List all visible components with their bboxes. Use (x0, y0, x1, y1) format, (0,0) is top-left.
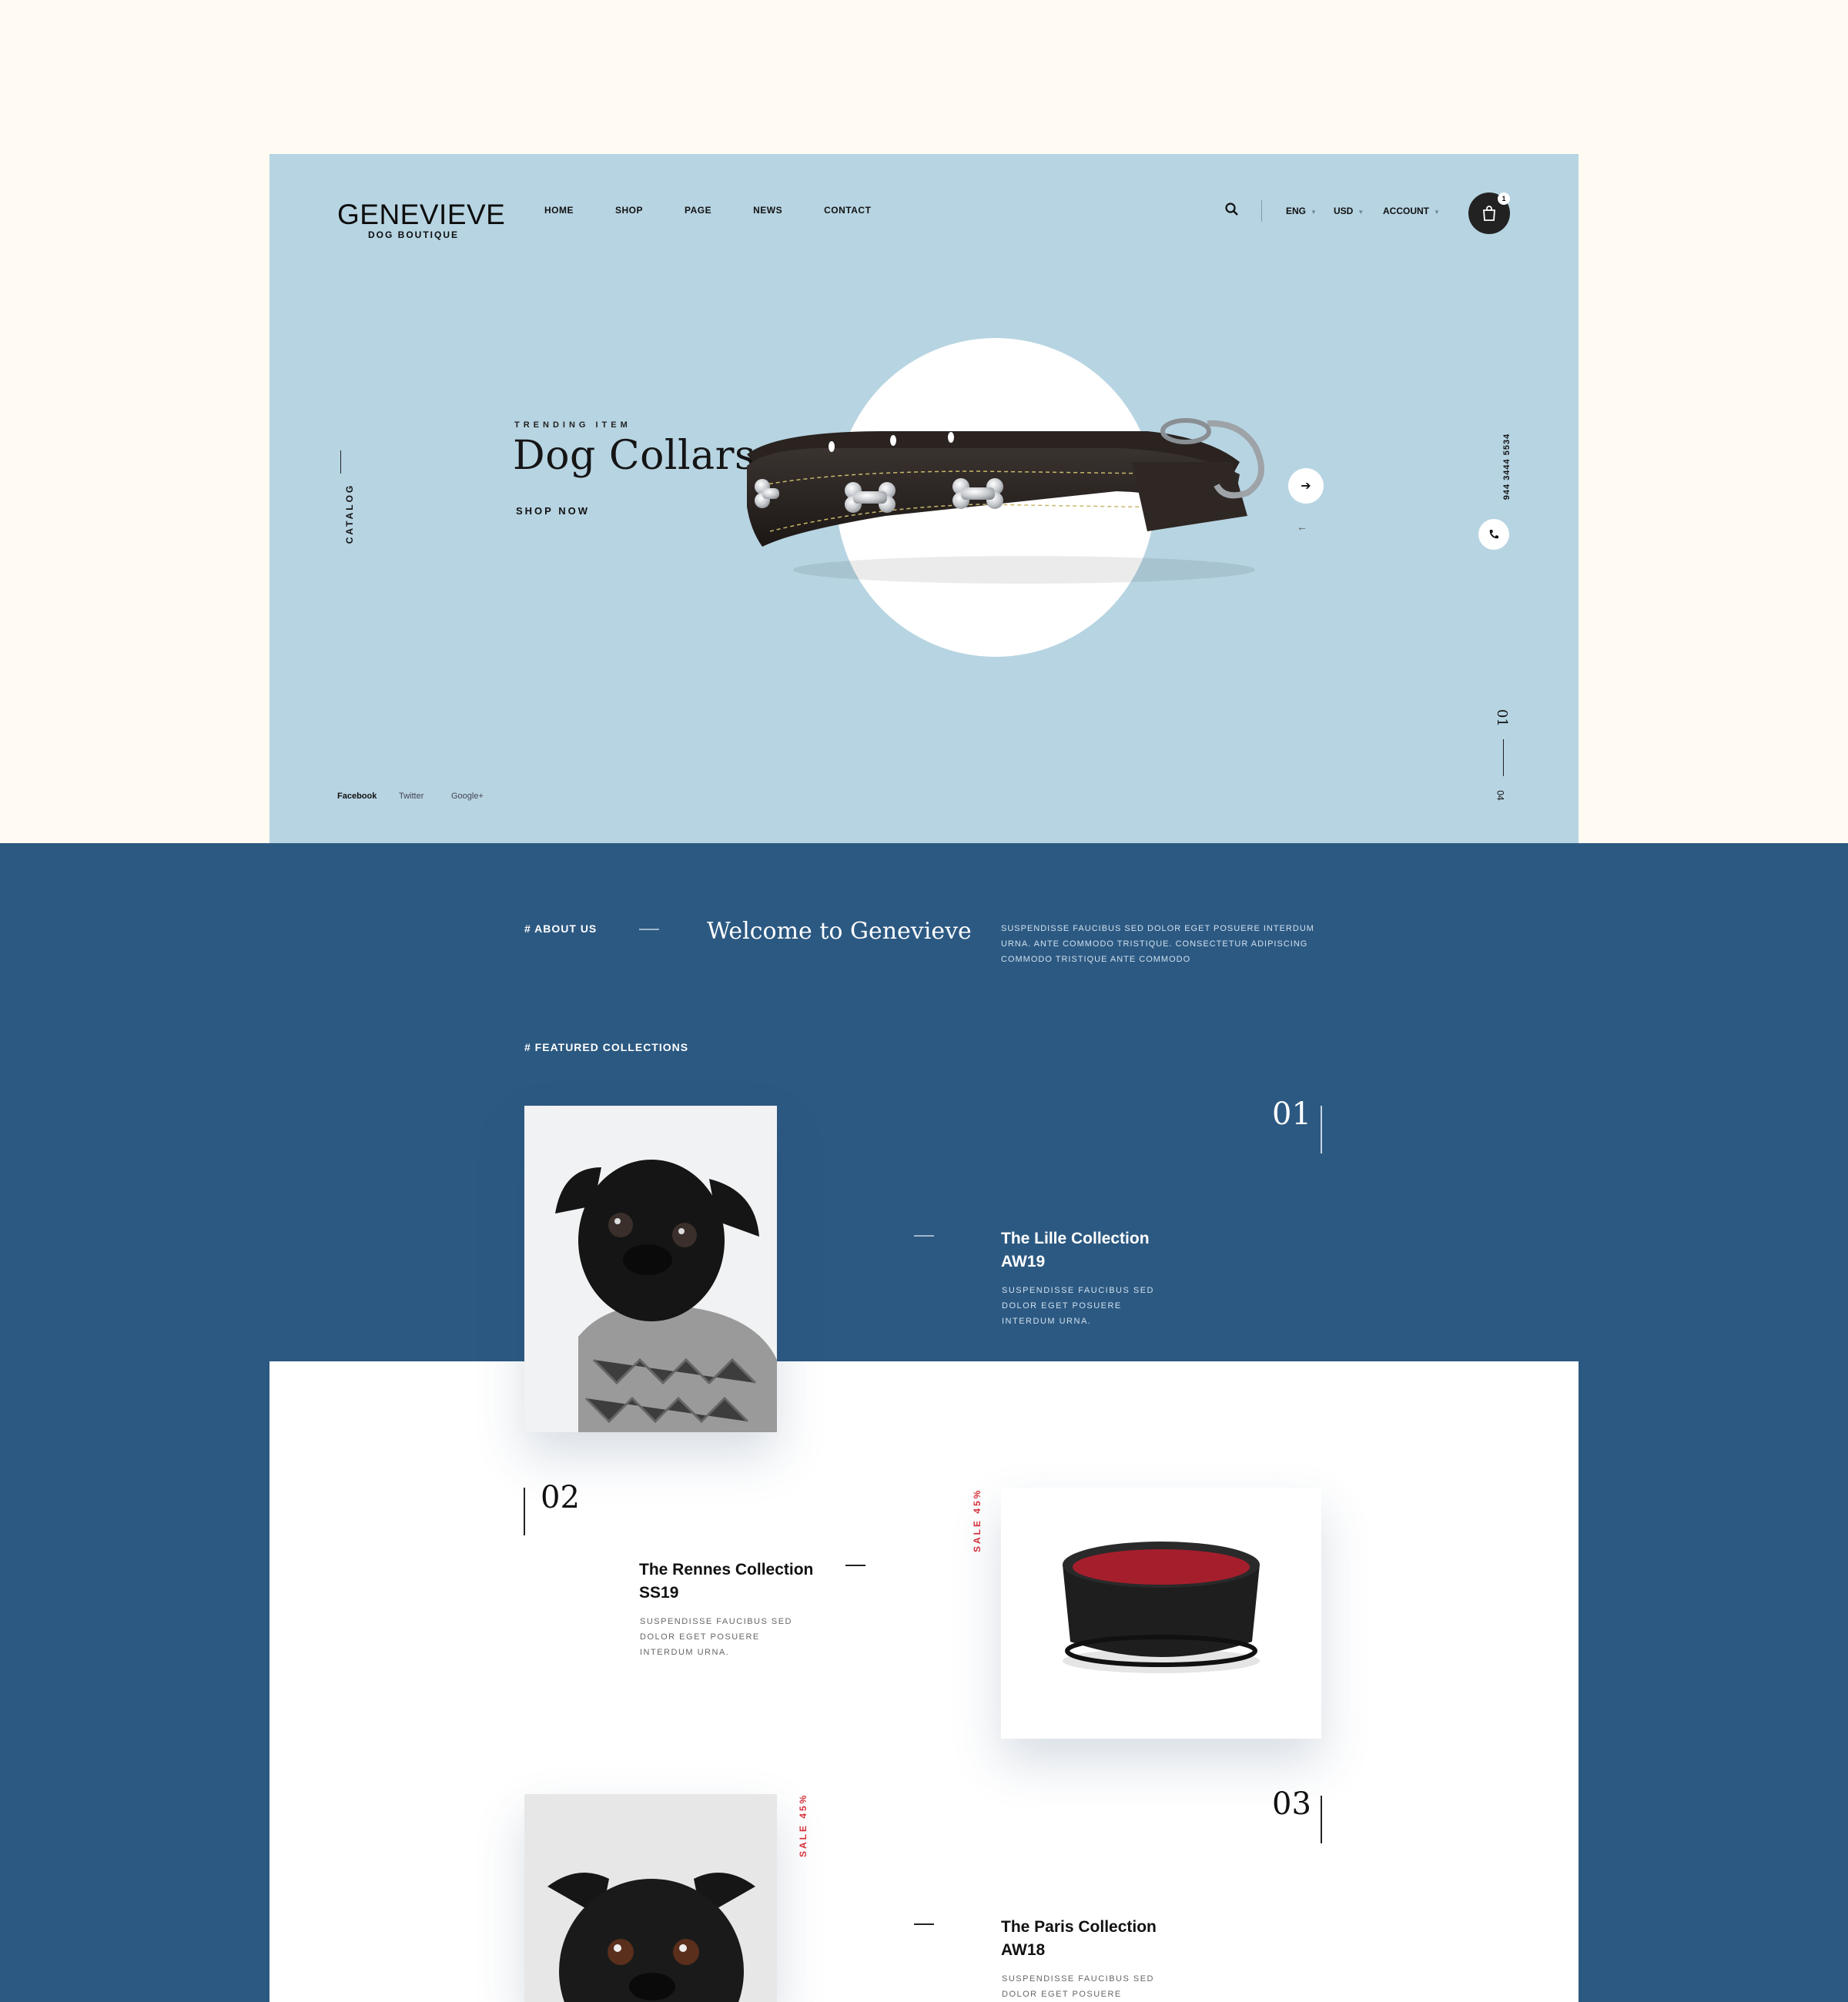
collection-number: 01 (1272, 1096, 1311, 1132)
collection-text: SUSPENDISSE FAUCIBUS SED DOLOR EGET POSU… (1002, 1974, 1154, 1999)
number-line (1321, 1796, 1322, 1843)
nav-shop[interactable]: SHOP (615, 205, 643, 216)
slide-total: 04 (1495, 790, 1506, 801)
arrow-left-icon: ← (1297, 521, 1307, 533)
currency-value: USD (1334, 206, 1354, 216)
header-divider (1261, 200, 1262, 222)
hero-section: GENEVIEVE DOG BOUTIQUE HOME SHOP PAGE NE… (270, 154, 1578, 843)
account-label: ACCOUNT (1383, 206, 1429, 216)
phone-icon (1489, 530, 1498, 539)
nav-contact[interactable]: CONTACT (824, 205, 871, 216)
featured-label: # FEATURED COLLECTIONS (524, 1041, 689, 1053)
collection-title-line1: The Lille Collection (1001, 1230, 1150, 1247)
language-select[interactable]: ENG ▼ (1286, 206, 1317, 216)
collection-title-line1: The Paris Collection (1001, 1918, 1157, 1936)
nav-page[interactable]: PAGE (685, 205, 711, 216)
collection-title-line2: SS19 (639, 1584, 679, 1602)
collection-number: 02 (541, 1480, 580, 1515)
collection-title-line2: AW19 (1001, 1253, 1046, 1270)
nav-news[interactable]: NEWS (753, 205, 782, 216)
collection-text: SUSPENDISSE FAUCIBUS SED DOLOR EGET POSU… (1002, 1286, 1154, 1326)
search-icon[interactable] (1224, 202, 1240, 217)
collection-dash (914, 1923, 934, 1925)
white-panel (270, 1361, 1578, 2002)
dog-bowl-image[interactable] (1001, 1488, 1321, 1739)
collection-title-line2: AW18 (1001, 1941, 1046, 1959)
pug-portrait-image[interactable] (524, 1794, 777, 2002)
collection-dash (845, 1565, 865, 1566)
account-menu[interactable]: ACCOUNT ▼ (1383, 206, 1440, 216)
chevron-down-icon: ▼ (1311, 209, 1317, 216)
collection-title-line1: The Rennes Collection (639, 1561, 814, 1578)
sale-badge: SALE 45% (798, 1793, 808, 1857)
shop-now-button[interactable]: SHOP NOW (516, 505, 590, 517)
about-title: Welcome to Genevieve (707, 918, 972, 945)
cart-button[interactable]: 1 (1468, 192, 1510, 234)
hero-eyebrow: TRENDING ITEM (514, 420, 631, 430)
chevron-down-icon: ▼ (1358, 209, 1364, 216)
phone-button[interactable] (1478, 519, 1509, 550)
hero-title: Dog Collars (513, 433, 756, 479)
shopping-bag-icon (1483, 206, 1495, 221)
phone-number[interactable]: 944 3444 5534 (1502, 424, 1512, 509)
prev-slide-button[interactable]: ← (1297, 521, 1307, 533)
brand-tagline: DOG BOUTIQUE (368, 229, 460, 240)
number-line (1321, 1106, 1322, 1153)
about-label: # ABOUT US (524, 922, 598, 935)
number-line (524, 1488, 525, 1535)
language-value: ENG (1286, 206, 1307, 216)
slide-progress-line (1503, 739, 1504, 776)
arrow-right-icon: ➔ (1301, 480, 1311, 493)
next-slide-button[interactable]: ➔ (1288, 468, 1324, 504)
collection-title[interactable]: The Lille Collection AW19 (1001, 1227, 1150, 1274)
catalog-line (340, 450, 341, 474)
social-facebook[interactable]: Facebook (337, 792, 377, 801)
sale-badge: SALE 45% (972, 1488, 983, 1552)
collection-text: SUSPENDISSE FAUCIBUS SED DOLOR EGET POSU… (640, 1617, 792, 1657)
brand-logo[interactable]: GENEVIEVE (337, 199, 505, 231)
cart-count-badge: 1 (1498, 192, 1510, 205)
nav-home[interactable]: HOME (544, 205, 574, 216)
social-twitter[interactable]: Twitter (399, 792, 424, 801)
about-text: SUSPENDISSE FAUCIBUS SED DOLOR EGET POSU… (1001, 924, 1314, 964)
pug-sweater-image[interactable] (524, 1106, 777, 1432)
collection-number: 03 (1272, 1786, 1311, 1822)
social-googleplus[interactable]: Google+ (451, 792, 484, 801)
about-dash (639, 929, 659, 930)
main-nav: HOME SHOP PAGE NEWS CONTACT (544, 205, 912, 216)
chevron-down-icon: ▼ (1434, 209, 1440, 216)
catalog-link[interactable]: CATALOG (344, 483, 355, 544)
collection-dash (914, 1235, 934, 1237)
collection-title[interactable]: The Paris Collection AW18 (1001, 1916, 1157, 1962)
slide-current: 01 (1493, 709, 1510, 727)
collection-title[interactable]: The Rennes Collection SS19 (639, 1558, 813, 1605)
currency-select[interactable]: USD ▼ (1334, 206, 1364, 216)
dog-collar-image (747, 418, 1264, 584)
